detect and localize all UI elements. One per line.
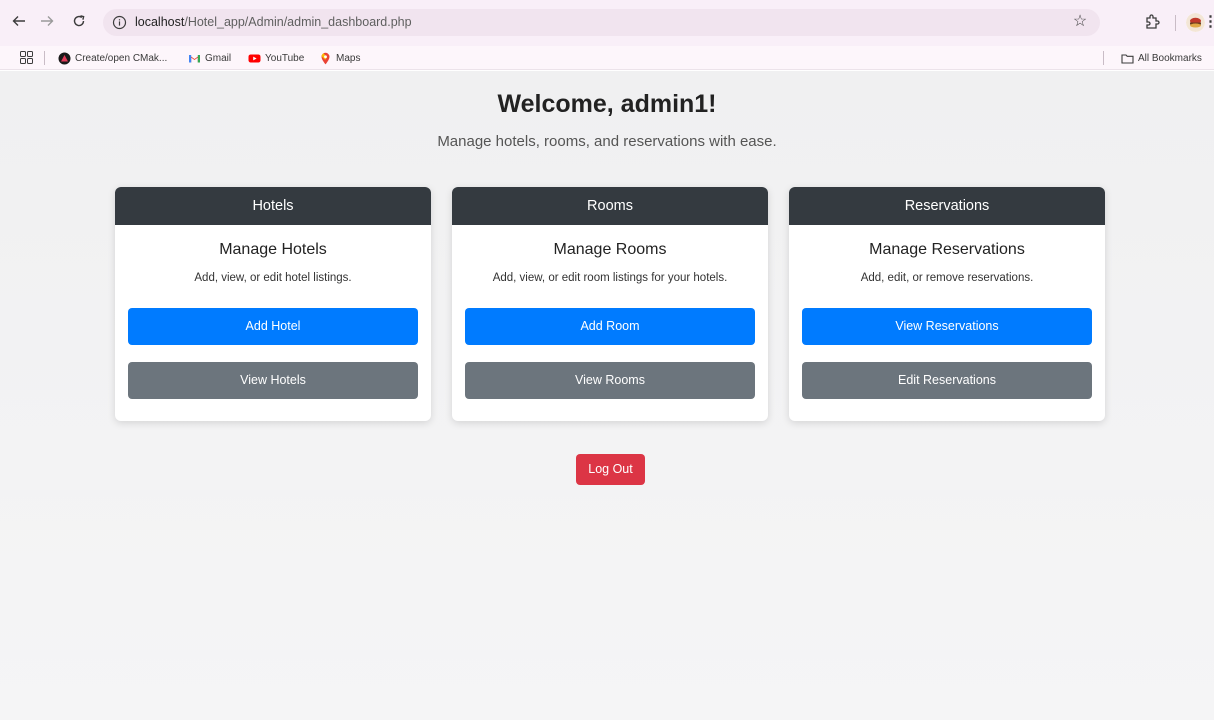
bookmarks-divider [1103, 51, 1104, 65]
reservations-card: Reservations Manage Reservations Add, ed… [789, 187, 1105, 421]
add-hotel-button[interactable]: Add Hotel [128, 308, 418, 345]
site-info-icon[interactable] [112, 15, 127, 30]
card-title: Manage Reservations [869, 241, 1025, 258]
browser-toolbar: localhost/Hotel_app/Admin/admin_dashboar… [0, 0, 1214, 46]
apps-grid-icon[interactable] [20, 51, 33, 64]
extensions-icon[interactable] [1143, 13, 1161, 31]
card-title: Manage Rooms [553, 241, 667, 258]
card-description: Add, edit, or remove reservations. [860, 272, 1034, 284]
card-header: Rooms [452, 187, 768, 225]
youtube-icon [248, 54, 261, 62]
add-room-button[interactable]: Add Room [465, 308, 755, 345]
bookmark-youtube[interactable]: YouTube [248, 49, 304, 67]
browser-menu-icon[interactable]: ⋮ [1203, 12, 1214, 32]
card-title: Manage Hotels [219, 241, 327, 258]
bookmark-maps[interactable]: Maps [319, 49, 360, 67]
log-out-button[interactable]: Log Out [576, 454, 645, 485]
back-icon[interactable] [8, 11, 30, 33]
all-bookmarks-label: All Bookmarks [1138, 52, 1202, 64]
view-hotels-button[interactable]: View Hotels [128, 362, 418, 399]
toolbar-divider [1175, 15, 1176, 31]
card-description: Add, view, or edit hotel listings. [194, 272, 352, 284]
folder-icon [1121, 53, 1134, 64]
bookmark-label: Create/open CMak... [75, 52, 168, 64]
maps-icon [321, 52, 330, 64]
bookmarks-divider [44, 51, 45, 65]
bookmark-star-icon[interactable]: ☆ [1070, 12, 1090, 32]
card-description: Add, view, or edit room listings for you… [492, 272, 728, 284]
page-subtitle: Manage hotels, rooms, and reservations w… [437, 133, 777, 150]
bookmark-label: Gmail [205, 52, 232, 64]
bookmark-label: YouTube [265, 52, 305, 64]
card-header: Reservations [789, 187, 1105, 225]
edit-reservations-button[interactable]: Edit Reservations [802, 362, 1092, 399]
url-text: localhost/Hotel_app/Admin/admin_dashboar… [135, 9, 412, 36]
card-header: Hotels [115, 187, 431, 225]
cmake-icon [58, 52, 71, 64]
url-host: localhost [135, 15, 185, 29]
hotels-card: Hotels Manage Hotels Add, view, or edit … [115, 187, 431, 421]
bookmark-cmake[interactable]: Create/open CMak... [58, 49, 167, 67]
url-path: /Hotel_app/Admin/admin_dashboard.php [184, 15, 412, 29]
view-reservations-button[interactable]: View Reservations [802, 308, 1092, 345]
page-title: Welcome, admin1! [497, 90, 717, 118]
gmail-icon [189, 54, 200, 62]
page-viewport: Welcome, admin1! Manage hotels, rooms, a… [0, 71, 1214, 720]
bookmark-gmail[interactable]: Gmail [188, 49, 231, 67]
bookmarks-bar [0, 46, 1214, 70]
reload-icon[interactable] [68, 11, 90, 33]
address-bar[interactable]: localhost/Hotel_app/Admin/admin_dashboar… [103, 9, 1100, 36]
view-rooms-button[interactable]: View Rooms [465, 362, 755, 399]
bookmark-label: Maps [336, 52, 361, 64]
all-bookmarks[interactable]: All Bookmarks [1121, 49, 1202, 67]
rooms-card: Rooms Manage Rooms Add, view, or edit ro… [452, 187, 768, 421]
forward-icon[interactable] [36, 11, 58, 33]
